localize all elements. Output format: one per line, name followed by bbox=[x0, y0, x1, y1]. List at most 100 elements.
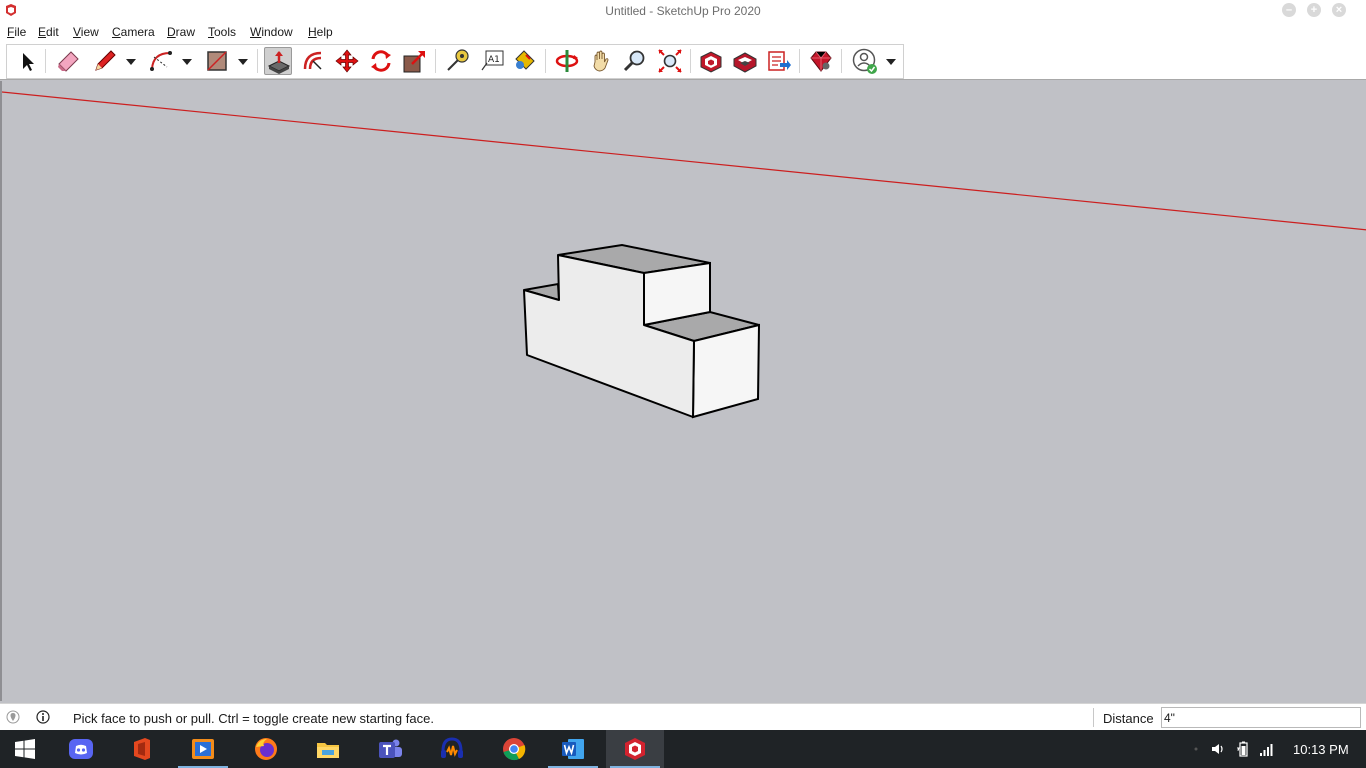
scale-tool[interactable] bbox=[401, 47, 429, 75]
menu-file[interactable]: File bbox=[7, 25, 26, 39]
extension-warehouse[interactable] bbox=[731, 47, 759, 75]
arc-icon bbox=[150, 51, 172, 71]
select-tool[interactable] bbox=[13, 47, 41, 75]
chrome-icon bbox=[503, 738, 526, 761]
red-axis bbox=[2, 91, 1366, 231]
discord-icon bbox=[69, 739, 93, 759]
info-icon[interactable] bbox=[36, 710, 50, 724]
taskbar-teams[interactable] bbox=[361, 730, 419, 768]
office-icon bbox=[134, 738, 150, 760]
chevron-down-icon[interactable] bbox=[181, 57, 193, 67]
offset-tool[interactable] bbox=[299, 47, 327, 75]
eraser-icon bbox=[58, 51, 79, 72]
tray-overflow-icon[interactable] bbox=[1188, 741, 1204, 757]
maximize-button[interactable]: + bbox=[1307, 3, 1321, 17]
battery-icon[interactable] bbox=[1235, 741, 1251, 757]
arc-tool[interactable] bbox=[147, 47, 175, 75]
folder-icon bbox=[317, 743, 339, 758]
taskbar-chrome[interactable] bbox=[485, 730, 543, 768]
menu-camera[interactable]: Camera bbox=[112, 25, 155, 39]
chevron-down-icon[interactable] bbox=[125, 57, 137, 67]
taskbar-office[interactable] bbox=[113, 730, 171, 768]
network-signal-icon[interactable] bbox=[1259, 741, 1275, 757]
windows-start-button[interactable] bbox=[0, 730, 54, 768]
send-to-layout[interactable] bbox=[765, 47, 793, 75]
3d-warehouse[interactable] bbox=[697, 47, 725, 75]
measurement-input[interactable] bbox=[1161, 707, 1361, 728]
scale-icon bbox=[403, 51, 425, 73]
hand-icon bbox=[593, 50, 609, 72]
menu-help[interactable]: Help bbox=[308, 25, 333, 39]
taskbar-word[interactable] bbox=[544, 730, 602, 768]
clock[interactable]: 10:13 PM bbox=[1293, 742, 1349, 757]
push-pull-tool[interactable] bbox=[264, 47, 292, 75]
toolbar-separator bbox=[45, 49, 46, 73]
minimize-button[interactable]: – bbox=[1282, 3, 1296, 17]
window-title: Untitled - SketchUp Pro 2020 bbox=[605, 4, 761, 18]
extension-warehouse-icon bbox=[733, 52, 757, 73]
status-divider bbox=[1093, 708, 1094, 727]
pencil-icon bbox=[95, 50, 116, 71]
zoom-extents-tool[interactable] bbox=[656, 47, 684, 75]
taskbar-sketchup[interactable] bbox=[606, 730, 664, 768]
pan-tool[interactable] bbox=[587, 47, 615, 75]
text-tool-label: A1 bbox=[488, 55, 500, 65]
zoom-tool[interactable] bbox=[621, 47, 649, 75]
text-tool[interactable]: A1 bbox=[478, 47, 506, 75]
volume-icon[interactable] bbox=[1210, 741, 1226, 757]
taskbar-discord[interactable] bbox=[52, 730, 110, 768]
eraser-tool[interactable] bbox=[54, 47, 82, 75]
3d-model[interactable] bbox=[523, 243, 761, 419]
rotate-tool[interactable] bbox=[367, 47, 395, 75]
menu-bar: File Edit View Camera Draw Tools Window … bbox=[0, 22, 1366, 42]
orbit-tool[interactable] bbox=[553, 47, 581, 75]
geo-location-icon[interactable] bbox=[6, 710, 20, 724]
paint-bucket-tool[interactable] bbox=[510, 47, 538, 75]
arrow-cursor-icon bbox=[23, 53, 34, 71]
menu-tools[interactable]: Tools bbox=[208, 25, 236, 39]
windows-logo-icon bbox=[15, 739, 35, 759]
move-arrows-icon bbox=[335, 49, 359, 73]
toolbar: A1 bbox=[0, 42, 1366, 80]
model-canvas[interactable] bbox=[2, 81, 1366, 701]
rotate-icon bbox=[371, 50, 391, 72]
account[interactable] bbox=[851, 47, 879, 75]
taskbar: 10:13 PM bbox=[0, 730, 1366, 768]
drawing-area[interactable] bbox=[0, 81, 1366, 701]
menu-view[interactable]: View bbox=[73, 25, 99, 39]
chevron-down-icon[interactable] bbox=[237, 57, 249, 67]
toolbar-separator bbox=[690, 49, 691, 73]
offset-icon bbox=[303, 51, 322, 70]
orbit-icon bbox=[555, 50, 579, 72]
video-player-icon bbox=[192, 739, 214, 759]
rectangle-tool[interactable] bbox=[203, 47, 231, 75]
close-button[interactable]: × bbox=[1332, 3, 1346, 17]
chevron-down-icon[interactable] bbox=[885, 57, 897, 67]
status-bar: Pick face to push or pull. Ctrl = toggle… bbox=[0, 703, 1366, 730]
text-label-icon: A1 bbox=[481, 50, 504, 71]
taskbar-audacity[interactable] bbox=[423, 730, 481, 768]
toolbar-separator bbox=[799, 49, 800, 73]
sketchup-icon bbox=[625, 738, 645, 760]
menu-draw[interactable]: Draw bbox=[167, 25, 195, 39]
menu-window[interactable]: Window bbox=[250, 25, 293, 39]
model-lower-side-face[interactable] bbox=[691, 323, 761, 419]
layout-icon bbox=[768, 51, 791, 71]
status-message: Pick face to push or pull. Ctrl = toggle… bbox=[73, 711, 434, 726]
push-pull-icon bbox=[267, 51, 291, 74]
line-tool[interactable] bbox=[91, 47, 119, 75]
taskbar-file-explorer[interactable] bbox=[299, 730, 357, 768]
move-tool[interactable] bbox=[333, 47, 361, 75]
menu-edit[interactable]: Edit bbox=[38, 25, 59, 39]
ruby-gem-icon bbox=[810, 51, 832, 72]
tape-measure-tool[interactable] bbox=[443, 47, 471, 75]
toolbar-separator bbox=[545, 49, 546, 73]
warehouse-icon bbox=[700, 51, 722, 73]
taskbar-video-player[interactable] bbox=[174, 730, 232, 768]
teams-icon bbox=[379, 739, 402, 758]
extension-manager[interactable] bbox=[807, 47, 835, 75]
tape-measure-icon bbox=[447, 49, 469, 71]
user-account-icon bbox=[852, 48, 877, 74]
zoom-extents-icon bbox=[658, 49, 682, 73]
taskbar-firefox[interactable] bbox=[237, 730, 295, 768]
